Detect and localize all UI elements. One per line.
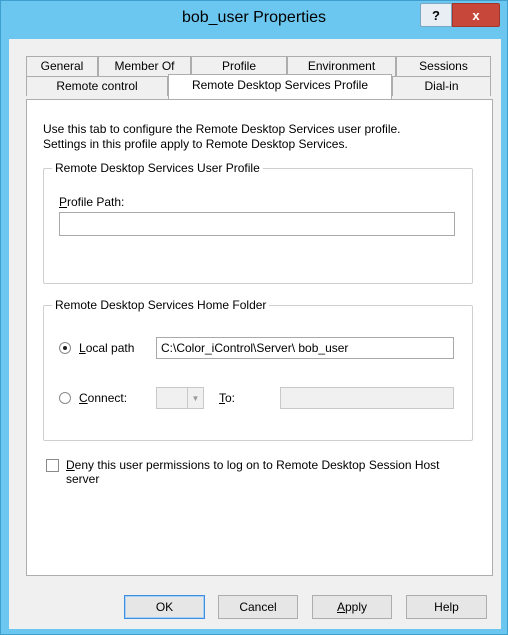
description-line-2: Settings in this profile apply to Remote…: [43, 137, 348, 151]
ok-button[interactable]: OK: [124, 595, 205, 619]
local-path-label[interactable]: Local path: [79, 341, 134, 355]
apply-accel: A: [336, 600, 345, 614]
connect-accel: C: [79, 391, 88, 405]
to-label: To:: [219, 391, 235, 405]
to-label-text: o:: [225, 391, 236, 405]
user-profile-group-title: Remote Desktop Services User Profile: [52, 161, 263, 175]
cancel-button[interactable]: Cancel: [218, 595, 298, 619]
tab-environment[interactable]: Environment: [287, 56, 396, 76]
connect-to-input[interactable]: [280, 387, 454, 409]
deny-logon-label[interactable]: Deny this user permissions to log on to …: [66, 458, 486, 486]
tab-panel: Use this tab to configure the Remote Des…: [26, 99, 493, 576]
deny-logon-checkbox[interactable]: [46, 459, 59, 472]
properties-window: bob_user Properties ? x General Member O…: [0, 0, 508, 635]
dialog-client-area: General Member Of Profile Environment Se…: [9, 39, 501, 629]
connect-label[interactable]: Connect:: [79, 391, 127, 405]
deny-line-1-text: eny this user permissions to log on to R…: [74, 458, 440, 472]
drive-letter-select[interactable]: ▼: [156, 387, 204, 409]
home-folder-group-title: Remote Desktop Services Home Folder: [52, 298, 270, 312]
local-path-input[interactable]: C:\Color_iControl\Server\ bob_user: [156, 337, 454, 359]
apply-button[interactable]: Apply: [312, 595, 392, 619]
close-icon[interactable]: x: [452, 3, 500, 27]
apply-label-text: pply: [345, 600, 368, 614]
tab-profile[interactable]: Profile: [191, 56, 287, 76]
help-button[interactable]: Help: [406, 595, 487, 619]
help-icon[interactable]: ?: [420, 3, 452, 27]
user-profile-group: Remote Desktop Services User Profile Pro…: [43, 161, 473, 284]
tab-general[interactable]: General: [26, 56, 98, 76]
tab-remote-desktop-services-profile[interactable]: Remote Desktop Services Profile: [168, 74, 392, 99]
tab-sessions[interactable]: Sessions: [396, 56, 491, 76]
deny-accel: D: [66, 458, 75, 472]
home-folder-group: Remote Desktop Services Home Folder Loca…: [43, 298, 473, 441]
profile-path-label: Profile Path:: [59, 195, 124, 209]
deny-logon-line-2: server: [66, 472, 100, 486]
profile-path-accel: P: [59, 195, 68, 209]
local-path-radio[interactable]: [59, 342, 71, 354]
tab-description: Use this tab to configure the Remote Des…: [43, 122, 483, 152]
tab-remote-control[interactable]: Remote control: [26, 76, 168, 96]
deny-logon-line-1: Deny this user permissions to log on to …: [66, 458, 486, 472]
tab-member-of[interactable]: Member Of: [98, 56, 191, 76]
description-line-1: Use this tab to configure the Remote Des…: [43, 122, 401, 136]
connect-label-text: onnect:: [87, 391, 128, 405]
profile-path-label-text: rofile Path:: [67, 195, 125, 209]
profile-path-input[interactable]: [59, 212, 455, 236]
local-path-label-text: ocal path: [85, 341, 135, 355]
title-bar[interactable]: bob_user Properties ? x: [1, 1, 507, 39]
connect-radio[interactable]: [59, 392, 71, 404]
tab-dial-in[interactable]: Dial-in: [392, 76, 491, 96]
local-path-accel: L: [79, 341, 86, 355]
chevron-down-icon: ▼: [187, 388, 203, 408]
